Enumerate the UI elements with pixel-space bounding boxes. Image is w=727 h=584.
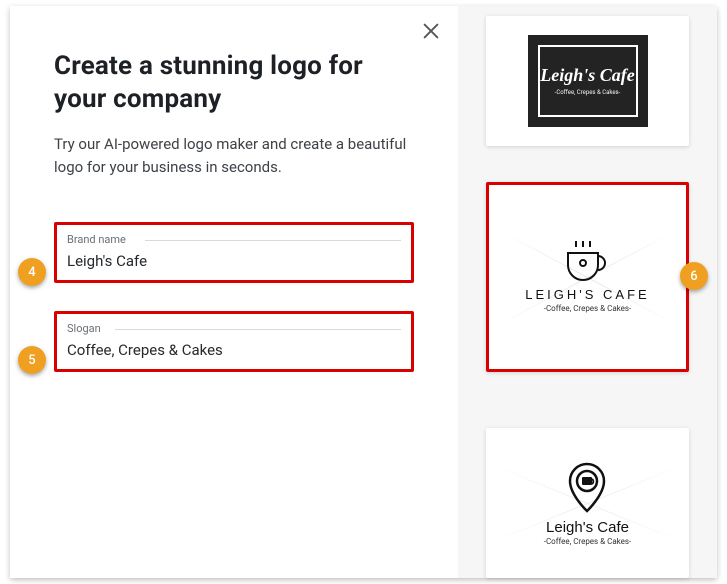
logo-2-brand: LEIGH'S CAFE xyxy=(525,287,649,302)
logo-preview-3[interactable]: Leigh's Cafe -Coffee, Crepes & Cakes- xyxy=(486,428,689,578)
annotation-badge-4: 4 xyxy=(18,258,46,286)
slogan-field[interactable]: Slogan xyxy=(54,311,414,372)
location-pin-icon xyxy=(564,461,610,515)
logo-3-brand: Leigh's Cafe xyxy=(546,519,629,536)
preview-panel: Leigh's Cafe -Coffee, Crepes & Cakes- LE… xyxy=(458,6,717,578)
logo-1-slogan: -Coffee, Crepes & Cakes- xyxy=(555,89,621,96)
annotation-badge-5: 5 xyxy=(18,346,46,374)
brand-name-label: Brand name xyxy=(67,233,401,246)
close-icon[interactable] xyxy=(420,20,442,42)
logo-preview-2[interactable]: LEIGH'S CAFE -Coffee, Crepes & Cakes- xyxy=(486,182,689,372)
page-title: Create a stunning logo for your company xyxy=(54,50,414,115)
coffee-cup-icon xyxy=(558,241,616,281)
slogan-input[interactable] xyxy=(67,337,401,359)
form-panel: Create a stunning logo for your company … xyxy=(10,6,458,578)
slogan-label: Slogan xyxy=(67,322,401,335)
brand-name-field[interactable]: Brand name xyxy=(54,222,414,283)
brand-name-input[interactable] xyxy=(67,248,401,270)
logo-1-mark: Leigh's Cafe -Coffee, Crepes & Cakes- xyxy=(528,35,648,127)
logo-2-slogan: -Coffee, Crepes & Cakes- xyxy=(544,304,632,313)
page-subtitle: Try our AI-powered logo maker and create… xyxy=(54,133,414,178)
logo-preview-1[interactable]: Leigh's Cafe -Coffee, Crepes & Cakes- xyxy=(486,16,689,146)
annotation-badge-6: 6 xyxy=(680,262,708,290)
logo-1-brand: Leigh's Cafe xyxy=(540,66,635,85)
logo-3-slogan: -Coffee, Crepes & Cakes- xyxy=(544,537,632,546)
